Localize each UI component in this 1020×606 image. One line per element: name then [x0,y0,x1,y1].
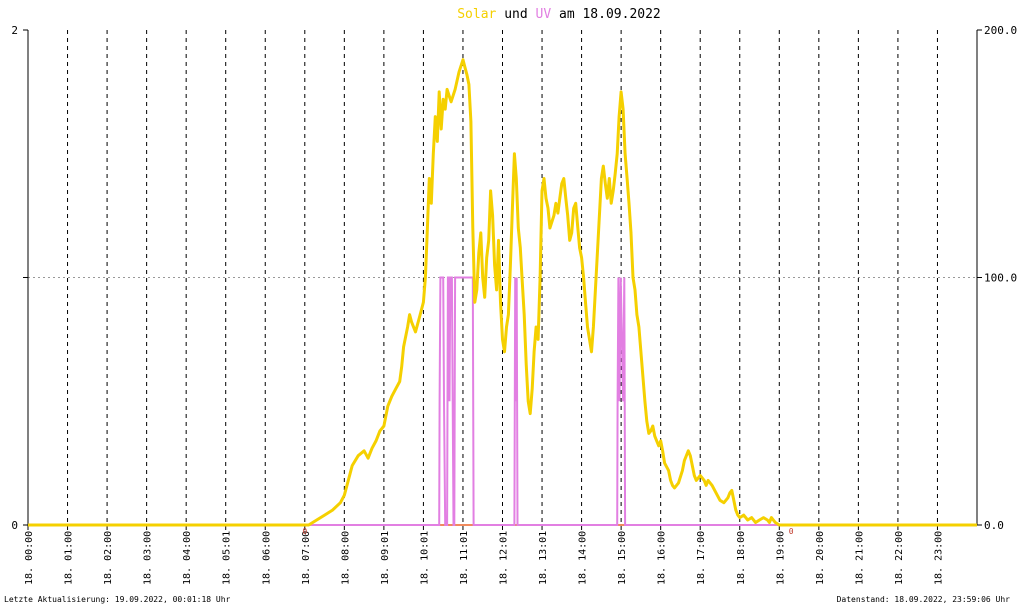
x-tick-label: 18. 13:01 [538,531,549,585]
x-tick-label: 18. 16:00 [657,531,668,585]
right-tick-label: 100.0 [984,272,1017,285]
marker-label: 0 [789,527,794,536]
x-tick-label: 18. 18:00 [736,531,747,585]
x-tick-label: 18. 10:01 [419,531,430,585]
left-tick-label: 0 [11,519,18,532]
solar-uv-chart: 0 2 0.0 100.0 200.0 18. 00:00 18. 01:00 18. 0… [0,0,1020,606]
x-tick-label: 18. 17:00 [696,531,707,585]
x-tick-label: 18. 04:00 [182,531,193,585]
right-tick-label: 200.0 [984,24,1017,37]
x-tick-label: 18. 12:01 [499,531,510,585]
title-und: und [496,7,535,22]
x-tick-label: 18. 22:00 [894,531,905,585]
marker-label: 0 [302,527,307,536]
title-solar: Solar [457,7,496,22]
right-tick-label: 0.0 [984,519,1004,532]
title-uv: UV [536,7,552,22]
left-tick-label: 2 [11,24,18,37]
x-tick-label: 18. 14:00 [578,531,589,585]
x-tick-label: 18. 09:01 [380,531,391,585]
chart-title: Solar und UV am 18.09.2022 [457,7,661,22]
x-tick-label: 18. 15:00 [617,531,628,585]
x-tick-label: 18. 03:00 [143,531,154,585]
x-tick-label: 18. 21:00 [854,531,865,585]
x-tick-label: 18. 08:00 [340,531,351,585]
x-tick-label: 18. 00:00 [24,531,35,585]
x-tick-label: 18. 11:01 [459,531,470,585]
x-tick-label: 18. 07:00 [301,531,312,585]
footer-last-update: Letzte Aktualisierung: 19.09.2022, 00:01… [4,595,231,604]
footer-data-status: Datenstand: 18.09.2022, 23:59:06 Uhr [837,595,1011,604]
x-tick-label: 18. 20:00 [815,531,826,585]
x-tick-label: 18. 06:00 [261,531,272,585]
x-tick-label: 18. 19:00 [775,531,786,585]
x-tick-label: 18. 05:01 [222,531,233,585]
x-tick-label: 18. 01:00 [64,531,75,585]
x-tick-label: 18. 02:00 [103,531,114,585]
title-date: am 18.09.2022 [551,7,661,22]
x-tick-label: 18. 23:00 [933,531,944,585]
